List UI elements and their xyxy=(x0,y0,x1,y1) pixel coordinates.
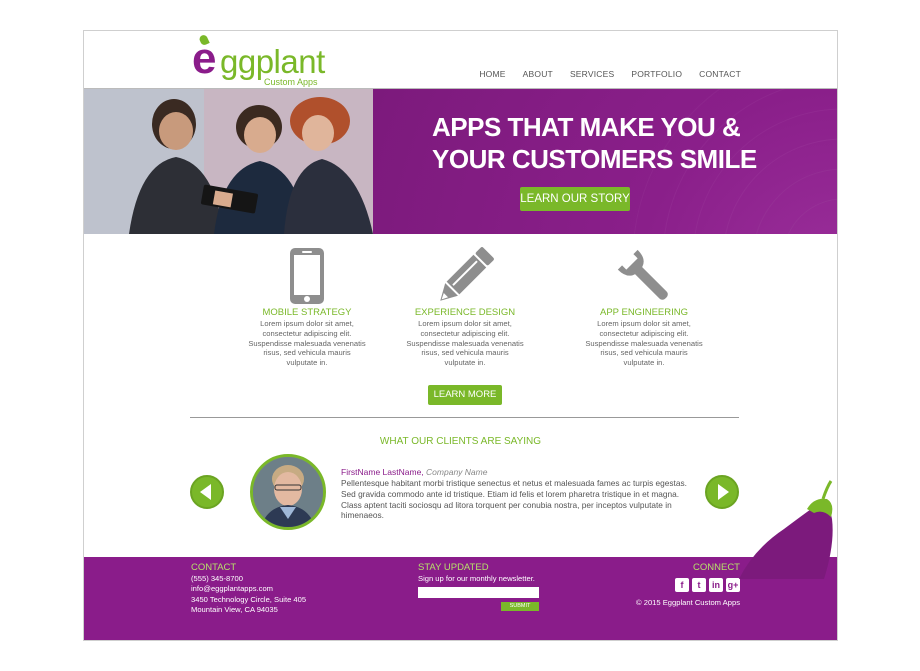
newsletter-text: Sign up for our monthly newsletter. xyxy=(418,573,535,583)
smartphone-icon xyxy=(247,245,367,305)
feature-text: Lorem ipsum dolor sit amet, consectetur … xyxy=(406,319,524,368)
feature-title: APP ENGINEERING xyxy=(600,307,688,318)
linkedin-icon[interactable]: in xyxy=(709,577,723,592)
nav-portfolio[interactable]: PORTFOLIO xyxy=(631,69,682,79)
testimonials-heading: WHAT OUR CLIENTS ARE SAYING xyxy=(379,436,542,447)
nav-services[interactable]: SERVICES xyxy=(570,69,614,79)
feature-text: Lorem ipsum dolor sit amet, consectetur … xyxy=(248,319,366,368)
contact-phone: (555) 345-8700 xyxy=(191,573,243,583)
hero-panel: APPS THAT MAKE YOU & YOUR CUSTOMERS SMIL… xyxy=(373,89,837,234)
social-icons: f t in g+ xyxy=(636,577,740,592)
contact-heading: CONTACT xyxy=(191,562,237,573)
newsletter-email-input[interactable] xyxy=(418,587,539,598)
nav-about[interactable]: ABOUT xyxy=(523,69,553,79)
learn-more-button[interactable]: LEARN MORE xyxy=(428,385,502,405)
client-avatar xyxy=(250,454,326,530)
nav-home[interactable]: HOME xyxy=(479,69,505,79)
feature-experience-design: EXPERIENCE DESIGN Lorem ipsum dolor sit … xyxy=(405,245,525,368)
contact-email[interactable]: info@eggplantapps.com xyxy=(191,584,306,595)
hero-title: APPS THAT MAKE YOU & YOUR CUSTOMERS SMIL… xyxy=(432,112,757,174)
footer-contact: CONTACT (555) 345-8700 info@eggplantapps… xyxy=(191,562,307,616)
logo-tagline: Custom Apps xyxy=(264,77,318,87)
facebook-icon[interactable]: f xyxy=(675,577,689,592)
testimonial-text: Pellentesque habitant morbi tristique se… xyxy=(341,478,687,521)
google-plus-icon[interactable]: g+ xyxy=(726,577,740,592)
stay-updated-heading: STAY UPDATED xyxy=(418,562,489,573)
prev-arrow-button[interactable] xyxy=(190,475,224,509)
section-divider xyxy=(190,417,739,418)
client-name-line: FirstName LastName, Company Name xyxy=(341,467,488,477)
hero-banner: APPS THAT MAKE YOU & YOUR CUSTOMERS SMIL… xyxy=(84,88,837,234)
learn-our-story-button[interactable]: LEARN OUR STORY xyxy=(520,187,630,211)
people-illustration xyxy=(84,89,373,234)
feature-mobile-strategy: MOBILE STRATEGY Lorem ipsum dolor sit am… xyxy=(247,245,367,368)
logo[interactable]: e ggplant Custom Apps xyxy=(192,33,342,87)
wrench-icon xyxy=(584,245,704,305)
pencil-icon xyxy=(405,245,525,305)
submit-button[interactable]: SUBMIT xyxy=(501,602,539,611)
nav-contact[interactable]: CONTACT xyxy=(699,69,741,79)
contact-address-line2: Mountain View, CA 94035 xyxy=(191,605,278,614)
contact-address-line1: 3450 Technology Circle, Suite 405 xyxy=(191,594,307,604)
copyright: © 2015 Eggplant Custom Apps xyxy=(636,597,740,607)
client-company: Company Name xyxy=(426,467,488,477)
feature-app-engineering: APP ENGINEERING Lorem ipsum dolor sit am… xyxy=(584,245,704,368)
hero-photo xyxy=(84,89,373,234)
eggplant-icon xyxy=(739,480,833,579)
client-name: FirstName LastName xyxy=(341,467,422,477)
arrow-left-icon xyxy=(200,484,211,500)
feature-title: EXPERIENCE DESIGN xyxy=(414,307,516,318)
logo-word: ggplant xyxy=(220,43,325,80)
feature-title: MOBILE STRATEGY xyxy=(262,307,352,318)
main-nav: HOME ABOUT SERVICES PORTFOLIO CONTACT xyxy=(462,69,741,79)
footer-newsletter: STAY UPDATED Sign up for our monthly new… xyxy=(418,562,539,611)
twitter-icon[interactable]: t xyxy=(692,577,706,592)
feature-text: Lorem ipsum dolor sit amet, consectetur … xyxy=(585,319,703,368)
page-frame: e ggplant Custom Apps HOME ABOUT SERVICE… xyxy=(83,30,838,641)
